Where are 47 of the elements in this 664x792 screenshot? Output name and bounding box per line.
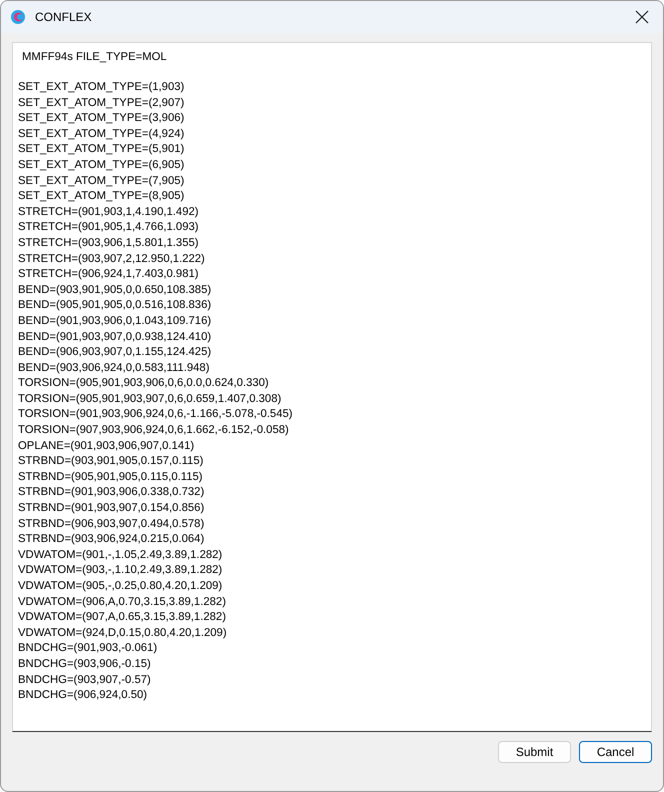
code-line: SET_EXT_ATOM_TYPE=(6,905) (18, 158, 186, 173)
code-line: STRETCH=(903,906,1,5.801,1.355) (18, 236, 200, 251)
code-line: STRBND=(906,903,907,0.494,0.578) (18, 516, 206, 532)
code-line: VDWATOM=(907,A,0.65,3.15,3.89,1.282) (18, 610, 227, 626)
code-line: BEND=(901,903,906,0,1.043,109.716) (18, 314, 212, 329)
code-line: BNDCHG=(903,906,-0.15) (18, 656, 152, 672)
code-line: TORSION=(907,903,906,924,0,6,1.662,-6.152,-0.058) (18, 423, 290, 438)
code-line: BNDCHG=(901,903,-0.061) (18, 641, 158, 656)
code-line: VDWATOM=(903,-,1.10,2.49,3.89,1.282) (18, 563, 224, 578)
code-line: SET_EXT_ATOM_TYPE=(2,907) (18, 96, 186, 111)
code-line: STRETCH=(901,903,1,4.190,1.492) (18, 204, 200, 220)
code-line: TORSION=(905,901,903,906,0,6,0.0,0.624,0.330) (18, 376, 270, 392)
code-line: STRBND=(903,906,924,0.215,0.064) (18, 532, 206, 548)
code-line: BEND=(906,903,907,0,1.155,124.425) (18, 345, 212, 360)
close-icon[interactable] (635, 10, 649, 24)
code-line: BNDCHG=(906,924,0.50) (18, 688, 148, 704)
submit-button[interactable]: Submit (498, 741, 571, 763)
code-line: BEND=(905,901,905,0,0.516,108.836) (18, 298, 212, 314)
code-line: BEND=(903,906,924,0,0.583,111.948) (18, 360, 210, 376)
code-line: TORSION=(901,903,906,924,0,6,-1.166,-5.078,-0.545) (18, 407, 294, 422)
code-line: MMFF94s FILE_TYPE=MOL (21, 50, 168, 65)
text-area[interactable] (12, 42, 652, 732)
code-line: VDWATOM=(924,D,0.15,0.80,4.20,1.209) (18, 626, 228, 641)
code-line: STRETCH=(903,907,2,12.950,1.222) (18, 252, 206, 267)
code-line: STRETCH=(906,924,1,7.403,0.981) (18, 267, 200, 282)
app-logo-icon (11, 10, 25, 24)
code-line: TORSION=(905,901,903,907,0,6,0.659,1.407,0.308) (18, 392, 282, 407)
code-line: VDWATOM=(905,-,0.25,0.80,4.20,1.209) (18, 579, 224, 594)
cancel-button[interactable]: Cancel (579, 741, 652, 763)
code-line: BEND=(903,901,905,0,0.650,108.385) (18, 282, 212, 298)
code-line: SET_EXT_ATOM_TYPE=(3,906) (18, 111, 186, 126)
code-line: VDWATOM=(906,A,0.70,3.15,3.89,1.282) (18, 594, 227, 610)
code-line: SET_EXT_ATOM_TYPE=(1,903) (18, 80, 186, 95)
code-line: STRBND=(905,901,905,0.115,0.115) (18, 470, 204, 485)
code-line: STRBND=(903,901,905,0.157,0.115) (18, 454, 204, 470)
code-line: STRBND=(901,903,907,0.154,0.856) (18, 501, 206, 516)
code-line: STRETCH=(901,905,1,4.766,1.093) (18, 220, 200, 236)
code-line: SET_EXT_ATOM_TYPE=(5,901) (18, 142, 186, 158)
code-line: VDWATOM=(901,-,1.05,2.49,3.89,1.282) (18, 548, 224, 563)
code-line: BEND=(901,903,907,0,0.938,124.410) (18, 330, 212, 344)
code-line: OPLANE=(901,903,906,907,0.141) (18, 438, 196, 454)
code-line: SET_EXT_ATOM_TYPE=(8,905) (18, 189, 186, 204)
code-line: STRBND=(901,903,906,0.338,0.732) (18, 485, 206, 500)
code-line: SET_EXT_ATOM_TYPE=(4,924) (18, 126, 186, 142)
window-title: CONFLEX (35, 10, 93, 24)
code-line: BNDCHG=(903,907,-0.57) (18, 672, 152, 688)
code-line: SET_EXT_ATOM_TYPE=(7,905) (18, 174, 186, 189)
